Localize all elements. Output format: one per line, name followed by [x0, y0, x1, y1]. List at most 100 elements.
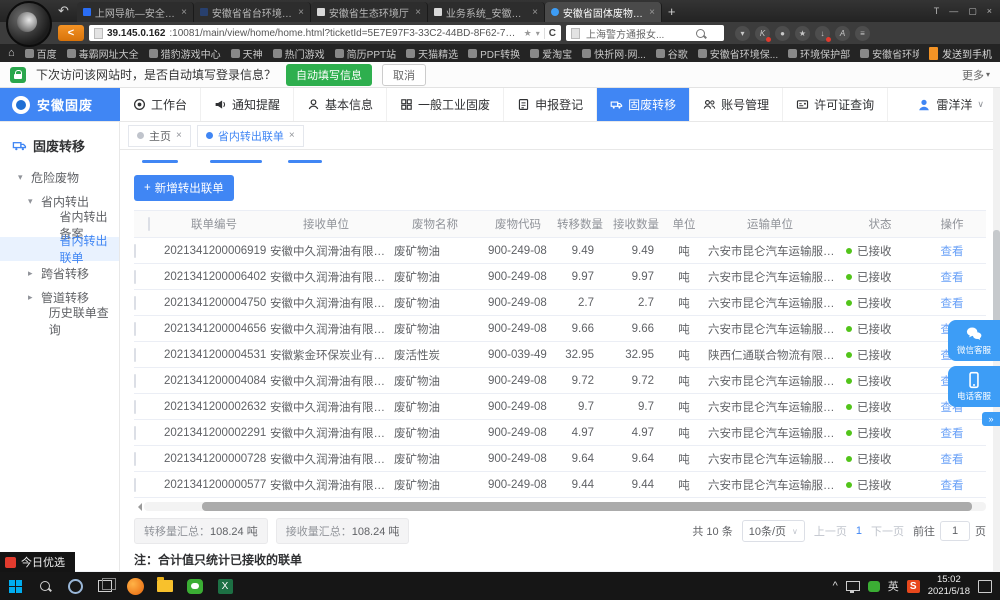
view-link[interactable]: 查看: [922, 295, 982, 311]
network-icon[interactable]: [846, 581, 860, 591]
window-control-icon[interactable]: —: [949, 0, 958, 22]
scrollbar-thumb[interactable]: [993, 230, 1000, 330]
cheetah-browser-logo-icon[interactable]: [6, 1, 52, 47]
row-checkbox[interactable]: [134, 348, 136, 362]
wechat-tray-icon[interactable]: [868, 581, 880, 592]
table-row[interactable]: 2021341200004084 安徽中久润滑油有限公司 废矿物油 900-24…: [134, 368, 986, 394]
browser-tab[interactable]: 安徽省省台环境厅_... ×: [194, 2, 311, 22]
select-all-checkbox[interactable]: [148, 217, 150, 231]
window-control-icon[interactable]: ×: [987, 0, 992, 22]
table-row[interactable]: 2021341200000728 安徽中久润滑油有限公司 废矿物油 900-24…: [134, 446, 986, 472]
toolbar-button-icon[interactable]: ★: [795, 26, 810, 41]
tab-close-icon[interactable]: ×: [298, 7, 304, 18]
tab-close-icon[interactable]: ×: [415, 7, 421, 18]
view-link[interactable]: 查看: [922, 269, 982, 285]
wechat-service-button[interactable]: 微信客服: [948, 320, 1000, 361]
taskbar-clock[interactable]: 15:02 2021/5/18: [928, 574, 970, 598]
row-checkbox[interactable]: [134, 374, 136, 388]
today-pick-label[interactable]: 今日优选: [0, 552, 75, 572]
tab-close-icon[interactable]: ×: [532, 7, 538, 18]
scrollbar-thumb[interactable]: [202, 502, 972, 511]
row-checkbox[interactable]: [134, 322, 136, 336]
table-row[interactable]: 2021341200000577 安徽中久润滑油有限公司 废矿物油 900-24…: [134, 472, 986, 498]
view-link[interactable]: 查看: [922, 477, 982, 493]
nav-item[interactable]: 基本信息: [294, 88, 387, 121]
row-checkbox[interactable]: [134, 400, 136, 414]
window-control-icon[interactable]: ▢: [968, 0, 977, 22]
bookmark-item[interactable]: 毒霸网址大全: [67, 46, 139, 61]
back-button[interactable]: <: [58, 25, 84, 41]
bookmark-item[interactable]: 环境保护部: [788, 46, 850, 61]
row-checkbox[interactable]: [134, 478, 136, 492]
undo-arrow-icon[interactable]: ↶: [58, 3, 69, 19]
table-row[interactable]: 2021341200006402 安徽中久润滑油有限公司 废矿物油 900-24…: [134, 264, 986, 290]
tab-close-icon[interactable]: ×: [176, 130, 182, 141]
bookmark-item[interactable]: 简历PPT站: [335, 46, 396, 61]
home-icon[interactable]: ⌂: [8, 47, 15, 59]
bookmark-item[interactable]: 安徽省环境保...: [698, 46, 778, 61]
user-menu[interactable]: 雷洋洋 ∨: [917, 88, 1000, 121]
row-checkbox[interactable]: [134, 452, 136, 466]
toolbar-button-icon[interactable]: A: [835, 26, 850, 41]
sidebar-item[interactable]: 省内转出联单: [0, 237, 119, 261]
toolbar-button-icon[interactable]: ↓: [815, 26, 830, 41]
view-link[interactable]: 查看: [922, 425, 982, 441]
table-row[interactable]: 2021341200002291 安徽中久润滑油有限公司 废矿物油 900-24…: [134, 420, 986, 446]
phone-service-button[interactable]: 电话客服: [948, 366, 1000, 407]
view-link[interactable]: 查看: [922, 451, 982, 467]
row-checkbox[interactable]: [134, 426, 136, 440]
url-field[interactable]: 39.145.0.162 :10081/main/view/home/home.…: [89, 25, 561, 41]
nav-item[interactable]: 许可证查询: [783, 88, 888, 121]
taskbar-search-button[interactable]: [30, 572, 60, 600]
nav-item[interactable]: 一般工业固废: [387, 88, 504, 121]
nav-item[interactable]: 申报登记: [504, 88, 597, 121]
table-row[interactable]: 2021341200004750 安徽中久润滑油有限公司 废矿物油 900-24…: [134, 290, 986, 316]
row-checkbox[interactable]: [134, 296, 136, 310]
bookmark-item[interactable]: 百度: [25, 46, 57, 61]
bookmark-item[interactable]: 天神: [231, 46, 263, 61]
table-row[interactable]: 2021341200006919 安徽中久润滑油有限公司 废矿物油 900-24…: [134, 238, 986, 264]
autofill-confirm-button[interactable]: 自动填写信息: [286, 64, 372, 86]
bookmark-item[interactable]: 热门游戏: [273, 46, 325, 61]
add-transfer-manifest-button[interactable]: + 新增转出联单: [134, 175, 234, 201]
tray-expand-icon[interactable]: ^: [833, 580, 838, 592]
bookmark-item[interactable]: 猎豹游戏中心: [149, 46, 221, 61]
nav-item[interactable]: 账号管理: [690, 88, 783, 121]
browser-search-input[interactable]: [584, 27, 692, 40]
file-explorer-button[interactable]: [150, 572, 180, 600]
toolbar-button-icon[interactable]: ▾: [735, 26, 750, 41]
wechat-taskbar-button[interactable]: [180, 572, 210, 600]
collapse-float-button[interactable]: »: [982, 412, 1000, 426]
view-link[interactable]: 查看: [922, 243, 982, 259]
start-button[interactable]: [0, 572, 30, 600]
table-row[interactable]: 2021341200004531 安徽紫金环保炭业有限公司 废活性炭 900-0…: [134, 342, 986, 368]
next-page-button[interactable]: 下一页: [871, 523, 904, 539]
nav-item[interactable]: 工作台: [120, 88, 201, 121]
nav-item[interactable]: 通知提醒: [201, 88, 294, 121]
browser-tab[interactable]: 业务系统_安徽省生... ×: [428, 2, 545, 22]
page-tab[interactable]: 省内转出联单 ×: [197, 125, 304, 147]
toolbar-button-icon[interactable]: ●: [775, 26, 790, 41]
input-language-indicator[interactable]: 英: [888, 578, 899, 594]
refresh-icon[interactable]: C: [544, 28, 556, 39]
scroll-left-arrow-icon[interactable]: [134, 503, 142, 511]
browser-tab[interactable]: 安徽省生态环境厅 ×: [311, 2, 428, 22]
bookmark-item[interactable]: 谷歌: [656, 46, 688, 61]
browser-tab[interactable]: 上网导航—安全快捷... ×: [77, 2, 194, 22]
bookmark-item[interactable]: 爱淘宝: [530, 46, 572, 61]
task-view-button[interactable]: [90, 572, 120, 600]
bookmark-item[interactable]: PDF转换: [468, 46, 520, 61]
scrollbar-track[interactable]: [144, 502, 986, 511]
cortana-button[interactable]: [60, 572, 90, 600]
autofill-cancel-button[interactable]: 取消: [382, 64, 426, 86]
new-tab-button[interactable]: +: [668, 4, 676, 19]
horizontal-scrollbar[interactable]: [134, 502, 986, 511]
window-control-icon[interactable]: T: [934, 0, 940, 22]
browser-search-box[interactable]: [566, 25, 724, 41]
current-page[interactable]: 1: [856, 525, 862, 537]
table-row[interactable]: 2021341200002632 安徽中久润滑油有限公司 废矿物油 900-24…: [134, 394, 986, 420]
bookmark-item[interactable]: 快折网·网...: [582, 46, 646, 61]
toolbar-button-icon[interactable]: ≡: [855, 26, 870, 41]
tab-close-icon[interactable]: ×: [289, 130, 295, 141]
toolbar-button-icon[interactable]: K: [755, 26, 770, 41]
